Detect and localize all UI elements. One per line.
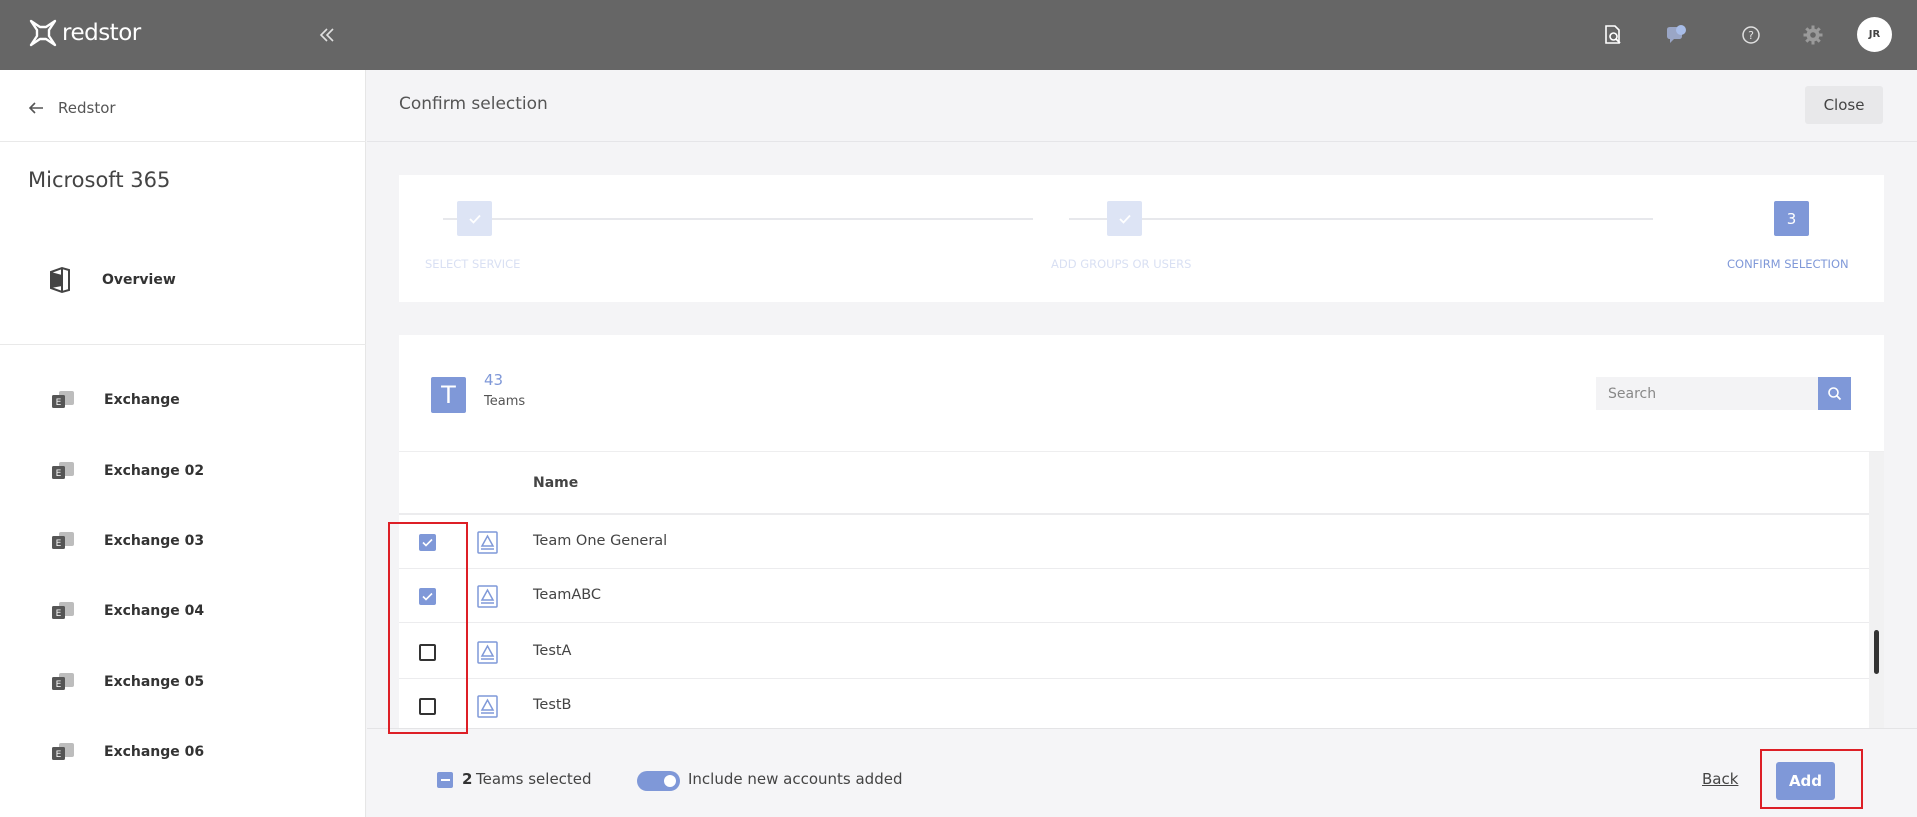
svg-text:E: E (56, 539, 62, 549)
exchange-icon: E (52, 462, 74, 479)
search-icon (1828, 387, 1842, 401)
select-all-checkbox[interactable] (437, 772, 453, 788)
step-1-check (457, 201, 492, 236)
step-3-label: CONFIRM SELECTION (1727, 257, 1849, 271)
include-new-accounts-label: Include new accounts added (688, 770, 903, 788)
checkbox-highlight-box (388, 522, 468, 734)
table-row[interactable]: Team One General (399, 515, 1869, 569)
redstor-logo[interactable]: redstor (28, 18, 141, 48)
redstor-logo-icon (29, 19, 57, 47)
divider (0, 344, 366, 345)
arrow-left-icon (28, 102, 43, 114)
gear-icon[interactable] (1800, 22, 1826, 48)
exchange-icon: E (52, 391, 74, 408)
sidebar-item-exchange[interactable]: E Exchange (50, 386, 180, 414)
collapse-sidebar-button[interactable] (315, 20, 339, 50)
teams-count: 43 (484, 371, 504, 389)
page-title: Confirm selection (399, 94, 548, 114)
exchange-icon: E (52, 532, 74, 549)
search-button[interactable] (1818, 377, 1851, 410)
help-icon[interactable]: ? (1738, 22, 1764, 48)
progress-stepper: SELECT SERVICE ADD GROUPS OR USERS 3 CON… (399, 175, 1884, 302)
teams-card: T 43 Teams Name Team One General (399, 335, 1884, 730)
teams-badge: T (431, 377, 466, 413)
column-header-name[interactable]: Name (533, 475, 578, 491)
check-icon (468, 214, 481, 224)
svg-text:E: E (56, 609, 62, 619)
sidebar-item-label: Exchange 03 (104, 533, 205, 549)
sidebar-item-exchange-02[interactable]: E Exchange 02 (50, 457, 204, 485)
svg-text:E: E (56, 750, 62, 760)
back-button[interactable]: Back (1702, 770, 1738, 788)
sidebar-item-label: Exchange 04 (104, 603, 205, 619)
divider (399, 451, 1884, 452)
teams-site-icon (477, 641, 498, 664)
search-input[interactable] (1596, 377, 1818, 410)
step-3-number: 3 (1774, 201, 1809, 236)
search-document-icon[interactable] (1600, 22, 1626, 48)
selected-count: 2 (462, 770, 473, 788)
table-row[interactable]: TestB (399, 679, 1869, 730)
back-link-label: Redstor (58, 99, 116, 117)
divider (0, 141, 366, 142)
teams-label: Teams (484, 394, 526, 409)
step-2-check (1107, 201, 1142, 236)
team-name: TestB (533, 697, 572, 713)
sidebar-item-label: Exchange 05 (104, 674, 205, 690)
exchange-icon: E (52, 602, 74, 619)
team-name: Team One General (533, 533, 668, 549)
office-icon (50, 266, 70, 294)
back-to-redstor-link[interactable]: Redstor (28, 96, 116, 120)
team-name: TestA (533, 643, 572, 659)
step-connector (1069, 218, 1653, 220)
close-button[interactable]: Close (1805, 86, 1883, 124)
exchange-icon: E (52, 743, 74, 760)
sidebar: Redstor Microsoft 365 Overview E Exchang… (0, 70, 366, 817)
sidebar-item-overview[interactable]: Overview (48, 265, 176, 295)
team-name: TeamABC (533, 587, 602, 603)
main-header: Confirm selection Close (367, 70, 1917, 142)
table-row[interactable]: TeamABC (399, 569, 1869, 623)
user-avatar[interactable]: JR (1857, 17, 1892, 52)
sidebar-item-exchange-04[interactable]: E Exchange 04 (50, 597, 204, 625)
notification-bubble-icon[interactable] (1664, 22, 1690, 48)
sidebar-item-label: Exchange 02 (104, 463, 205, 479)
teams-site-icon (477, 531, 498, 554)
brand-name: redstor (62, 20, 141, 46)
add-button-highlight-box (1760, 749, 1863, 809)
search-box (1596, 377, 1851, 410)
sidebar-item-label: Exchange (104, 392, 180, 408)
step-1-label: SELECT SERVICE (425, 257, 521, 271)
svg-text:E: E (56, 680, 62, 690)
check-icon (1118, 214, 1131, 224)
svg-text:E: E (56, 469, 62, 479)
step-2-label: ADD GROUPS OR USERS (1051, 257, 1192, 271)
scrollbar-track[interactable] (1869, 452, 1884, 730)
table-row[interactable]: TestA (399, 625, 1869, 679)
sidebar-item-label: Exchange 06 (104, 744, 205, 760)
svg-text:E: E (56, 398, 62, 408)
svg-text:?: ? (1748, 29, 1754, 42)
product-title: Microsoft 365 (28, 168, 171, 192)
top-bar: redstor ? JR (0, 0, 1917, 70)
sidebar-item-exchange-06[interactable]: E Exchange 06 (50, 738, 204, 766)
step-connector (443, 218, 1033, 220)
scrollbar-thumb[interactable] (1874, 630, 1879, 674)
sidebar-item-label: Overview (102, 272, 176, 288)
teams-site-icon (477, 585, 498, 608)
teams-site-icon (477, 695, 498, 718)
exchange-icon: E (52, 673, 74, 690)
sidebar-item-exchange-03[interactable]: E Exchange 03 (50, 527, 204, 555)
double-chevron-left-icon (319, 28, 334, 42)
sidebar-item-exchange-05[interactable]: E Exchange 05 (50, 668, 204, 696)
include-new-accounts-toggle[interactable] (637, 771, 680, 791)
selection-footer: 2 Teams selected Include new accounts ad… (367, 728, 1917, 817)
selected-text: Teams selected (476, 770, 592, 788)
